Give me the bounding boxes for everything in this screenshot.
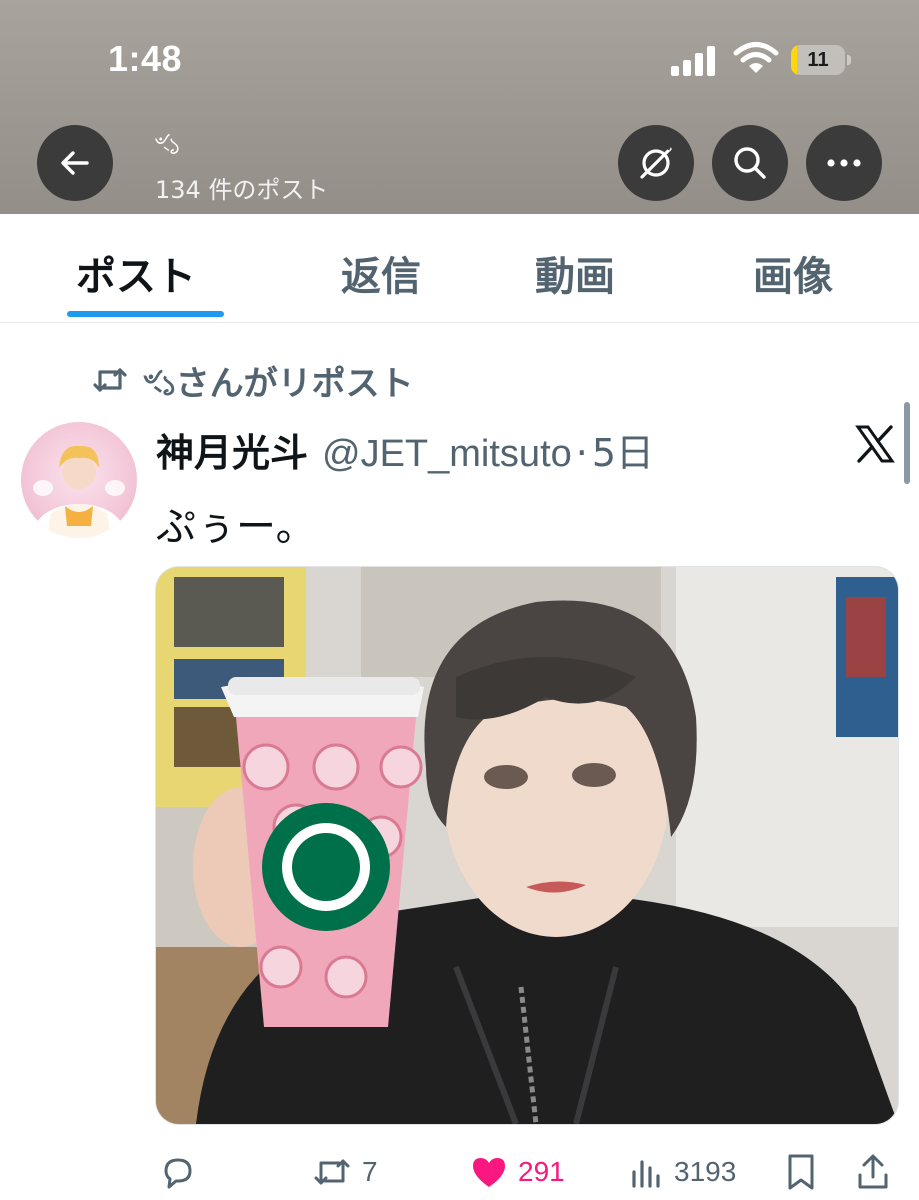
search-icon [734, 147, 766, 179]
heart-icon [473, 1158, 505, 1187]
like-button[interactable]: 291 [470, 1152, 565, 1192]
post-text: ぷぅー。 [156, 504, 316, 550]
status-time: 1:48 [108, 38, 183, 79]
author-name[interactable]: 神月光斗 [156, 422, 308, 477]
battery-level: 11 [807, 49, 829, 71]
post-photo[interactable] [155, 566, 899, 1125]
repost-label: ৼ১さんがリポスト [144, 363, 414, 404]
tab-replies[interactable]: 返信 [341, 244, 421, 302]
analytics-icon [632, 1160, 660, 1188]
battery-icon: 11 [791, 45, 851, 75]
share-button[interactable] [856, 1152, 890, 1192]
views-button[interactable]: 3193 [630, 1152, 736, 1192]
active-tab-indicator [67, 311, 224, 317]
bookmark-button[interactable] [785, 1152, 817, 1192]
author-avatar[interactable] [21, 422, 137, 538]
x-logo-icon[interactable] [855, 424, 895, 464]
post-count: 134 件のポスト [155, 176, 329, 204]
tab-posts[interactable]: ポスト [76, 244, 196, 302]
wifi-icon [733, 42, 779, 73]
back-button[interactable] [37, 125, 113, 201]
profile-tabs: ポスト 返信 動画 画像 [0, 214, 919, 323]
grok-button[interactable] [618, 125, 694, 201]
tab-images[interactable]: 画像 [753, 244, 833, 302]
repost-count: 7 [362, 1156, 378, 1187]
scrollbar-thumb[interactable] [904, 402, 910, 484]
search-button[interactable] [712, 125, 788, 201]
post-timestamp[interactable]: 5日 [592, 422, 654, 477]
author-line: 神月光斗 @JET_mitsuto · 5日 [156, 422, 654, 477]
view-count: 3193 [674, 1156, 737, 1187]
profile-display-name: ৼ১ [155, 128, 180, 161]
grok-icon [640, 145, 672, 179]
back-arrow-icon [61, 151, 89, 175]
repost-icon [314, 1159, 350, 1185]
repost-icon [93, 368, 127, 392]
separator-dot: · [575, 431, 588, 475]
reply-icon [164, 1158, 192, 1189]
like-count: 291 [518, 1156, 565, 1187]
repost-context[interactable]: ৼ১さんがリポスト [92, 360, 414, 404]
tab-videos[interactable]: 動画 [535, 244, 615, 302]
cellular-signal-icon [671, 44, 721, 76]
post-actions: 7 291 3193 [0, 1140, 919, 1200]
more-icon [827, 159, 861, 167]
more-options-button[interactable] [806, 125, 882, 201]
bookmark-icon [788, 1154, 814, 1190]
author-handle[interactable]: @JET_mitsuto [322, 433, 572, 476]
profile-header: 1:48 11 ৼ১ 134 件のポスト [0, 0, 919, 214]
repost-button[interactable]: 7 [312, 1152, 378, 1192]
reply-button[interactable] [160, 1152, 206, 1192]
share-icon [858, 1154, 888, 1189]
